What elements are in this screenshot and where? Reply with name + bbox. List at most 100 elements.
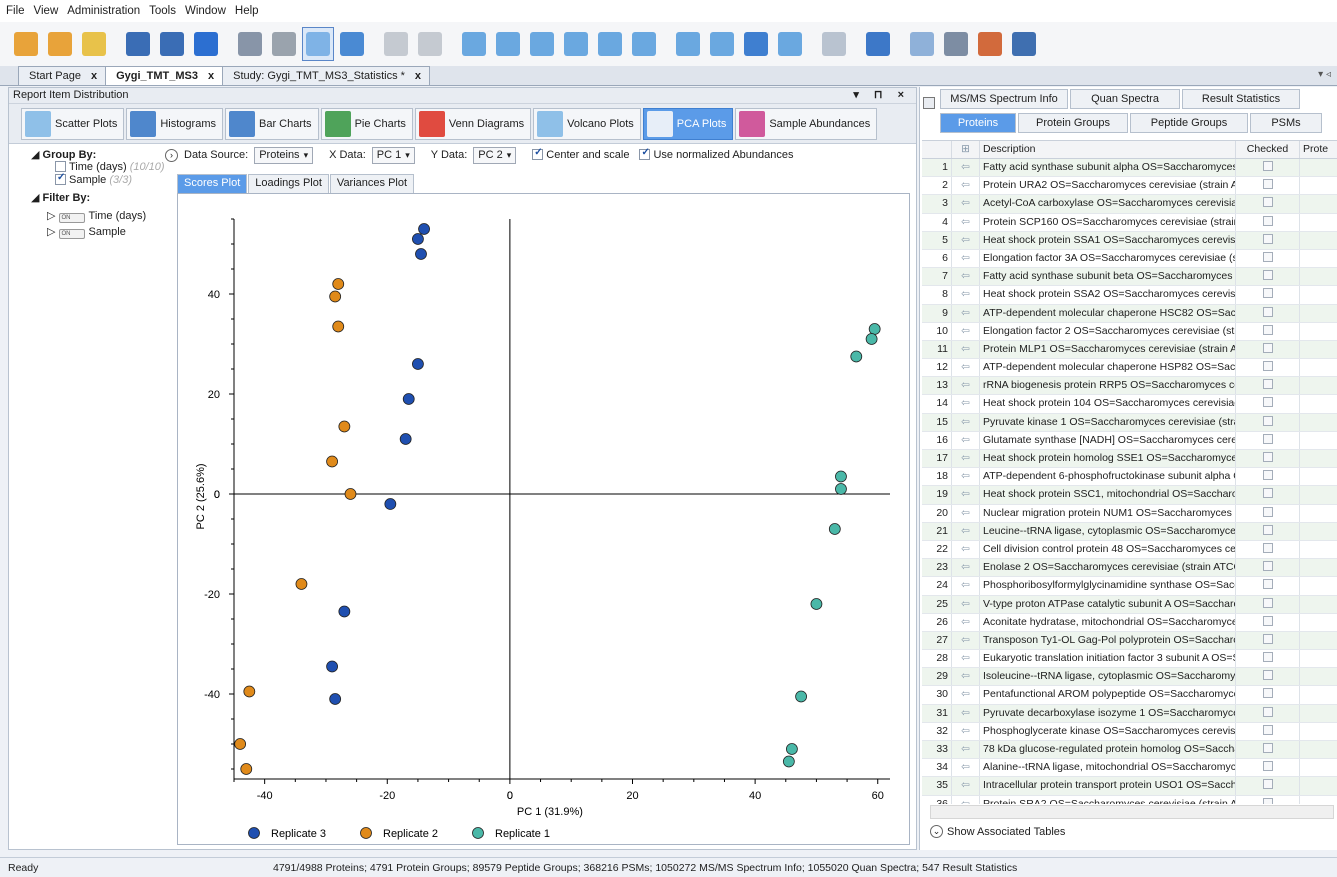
checked-checkbox[interactable] [1262,688,1273,699]
pin-icon[interactable]: ⇦ [952,759,980,777]
panel-controls[interactable]: ▾ ⊓ × [853,88,910,101]
table-row[interactable]: 17 ⇦ Heat shock protein homolog SSE1 OS=Sa… [922,450,1337,469]
save-all-button[interactable] [156,27,188,61]
table-row[interactable]: 2 ⇦ Protein URA2 OS=Saccharomyces cerevisi… [922,177,1337,196]
tab-psms[interactable]: PSMs [1250,113,1322,133]
checked-checkbox[interactable] [1262,342,1273,353]
tab-venn-diagrams[interactable]: Venn Diagrams [414,107,532,140]
pin-icon[interactable]: ⇦ [952,595,980,613]
checked-cell[interactable] [1236,650,1300,668]
checked-checkbox[interactable] [1262,761,1273,772]
checked-checkbox[interactable] [1262,633,1273,644]
checked-cell[interactable] [1236,231,1300,249]
group-by-sample[interactable]: Sample (3/3) [55,172,132,186]
table-row[interactable]: 4 ⇦ Protein SCP160 OS=Saccharomyces cerevi… [922,213,1337,232]
panel-grid-icon[interactable] [923,97,935,109]
description-header[interactable]: Description [980,141,1236,158]
table-row[interactable]: 27 ⇦ Transposon Ty1-OL Gag-Pol polyprotein… [922,631,1337,651]
filter-sample-toggle[interactable]: ON [58,229,85,239]
bars2-button[interactable] [594,27,626,61]
checked-cell[interactable] [1236,249,1300,268]
checked-cell[interactable] [1236,504,1300,522]
pin-icon[interactable]: ⇦ [952,377,980,395]
checked-cell[interactable] [1236,213,1300,231]
checked-checkbox[interactable] [1262,579,1273,590]
pin-icon[interactable]: ⇦ [952,231,980,249]
checked-cell[interactable] [1236,486,1300,504]
checked-checkbox[interactable] [1262,670,1273,681]
open-study-button[interactable] [10,27,42,61]
tab-volcano-plots[interactable]: Volcano Plots [533,107,641,140]
expand-chevron-icon[interactable]: › [165,148,178,162]
close-icon[interactable]: x [208,70,214,85]
menu-view[interactable]: View [34,5,59,17]
checked-checkbox[interactable] [1262,179,1273,190]
spectrum3-button[interactable] [526,27,558,61]
pin-icon[interactable]: ⇦ [952,195,980,213]
center-scale-option[interactable]: Center and scale [532,147,629,161]
qc1-button[interactable] [672,27,704,61]
close-icon[interactable]: x [415,70,421,85]
tabs-overflow-control[interactable]: ▾ ◃ [1318,69,1331,80]
checked-checkbox[interactable] [1262,433,1273,444]
tab-sample-abundances[interactable]: Sample Abundances [735,107,878,140]
data-source-select[interactable]: Proteins [254,146,314,164]
table-row[interactable]: 3 ⇦ Acetyl-CoA carboxylase OS=Saccharomyce… [922,195,1337,214]
pin-icon[interactable]: ⇦ [952,468,980,486]
open-study2-button[interactable] [44,27,76,61]
checked-checkbox[interactable] [1262,161,1273,171]
tab-protein-groups[interactable]: Protein Groups [1018,113,1128,133]
pin-icon[interactable]: ⇦ [952,613,980,631]
pin-icon[interactable]: ⇦ [952,631,980,650]
table-row[interactable]: 34 ⇦ Alanine--tRNA ligase, mitochondrial O… [922,759,1337,778]
checked-cell[interactable] [1236,741,1300,759]
checked-cell[interactable] [1236,559,1300,577]
checked-cell[interactable] [1236,468,1300,486]
table-row[interactable]: 29 ⇦ Isoleucine--tRNA ligase, cytoplasmic … [922,668,1337,687]
tab-pie-charts[interactable]: Pie Charts [320,107,413,140]
qc2-button[interactable] [706,27,738,61]
checked-checkbox[interactable] [1262,379,1273,390]
checked-cell[interactable] [1236,450,1300,468]
table-row[interactable]: 18 ⇦ ATP-dependent 6-phosphofructokinase s… [922,468,1337,487]
pin-icon[interactable]: ⇦ [952,286,980,304]
heatmap-button[interactable] [628,27,660,61]
spectrum1-button[interactable] [458,27,490,61]
show-associated-tables[interactable]: ⌄ Show Associated Tables [930,825,1065,838]
checked-checkbox[interactable] [1262,361,1273,372]
table-row[interactable]: 28 ⇦ Eukaryotic translation initiation fac… [922,650,1337,669]
pin-icon[interactable]: ⇦ [952,268,980,286]
table-row[interactable]: 30 ⇦ Pentafunctional AROM polypeptide OS=S… [922,686,1337,705]
document-button[interactable] [818,27,850,61]
pin-icon[interactable]: ⇦ [952,540,980,559]
tab-scores-plot[interactable]: Scores Plot [177,174,248,193]
checked-cell[interactable] [1236,395,1300,413]
checked-cell[interactable] [1236,159,1300,177]
table-row[interactable]: 23 ⇦ Enolase 2 OS=Saccharomyces cerevisiae… [922,559,1337,578]
tab-quan-spectra[interactable]: Quan Spectra [1070,89,1180,109]
checked-checkbox[interactable] [1262,615,1273,626]
checked-cell[interactable] [1236,286,1300,304]
table-row[interactable]: 24 ⇦ Phosphoribosylformylglycinamidine syn… [922,577,1337,596]
doc-tab-1[interactable]: Gygi_TMT_MS3 x [105,66,224,85]
export-button[interactable] [974,27,1006,61]
checked-checkbox[interactable] [1262,306,1273,317]
checked-cell[interactable] [1236,631,1300,650]
table-row[interactable]: 5 ⇦ Heat shock protein SSA1 OS=Saccharomyc… [922,231,1337,250]
table-row[interactable]: 32 ⇦ Phosphoglycerate kinase OS=Saccharomy… [922,722,1337,741]
checked-checkbox[interactable] [1262,324,1273,335]
checked-checkbox[interactable] [1262,597,1273,608]
filter-time[interactable]: ▷ ON Time (days) [47,209,146,223]
grid-tool-button[interactable] [336,27,368,61]
filter-sample[interactable]: ▷ ON Sample [47,225,126,239]
pin-icon[interactable]: ⇦ [952,686,980,704]
import-button[interactable] [1008,27,1040,61]
pin-icon[interactable]: ⇦ [952,522,980,540]
checked-cell[interactable] [1236,304,1300,322]
pin-icon[interactable]: ⇦ [952,159,980,177]
checked-checkbox[interactable] [1262,488,1273,499]
table-row[interactable]: 1 ⇦ Fatty acid synthase subunit alpha OS=S… [922,159,1337,178]
tab-variances-plot[interactable]: Variances Plot [329,174,415,193]
pin-icon[interactable]: ⇦ [952,486,980,504]
checked-checkbox[interactable] [1262,251,1273,262]
